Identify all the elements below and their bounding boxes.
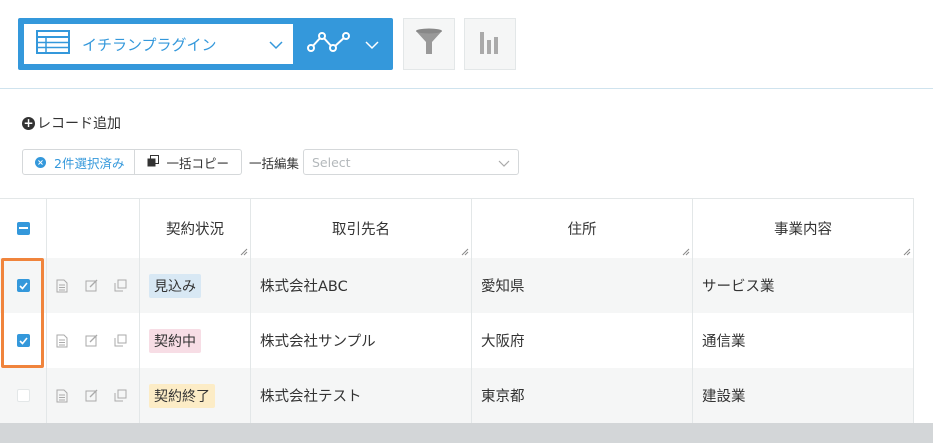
- bulk-edit-select[interactable]: Select: [302, 149, 519, 175]
- address-cell[interactable]: 大阪府: [472, 313, 693, 368]
- duplicate-icon[interactable]: [109, 385, 131, 407]
- column-header-label: 取引先名: [332, 222, 390, 238]
- row-checkbox-cell: [0, 368, 47, 423]
- plus-icon: +: [22, 115, 35, 130]
- business-cell[interactable]: 建設業: [693, 368, 914, 423]
- header-checkbox-cell: [0, 199, 47, 258]
- record-table: 契約状況 取引先名 住所 事業内容 見込み 株式会社ABC 愛知県 サービス業 …: [0, 198, 914, 423]
- client-cell[interactable]: 株式会社テスト: [251, 368, 472, 423]
- status-cell[interactable]: 契約中: [140, 313, 251, 368]
- resize-handle-icon[interactable]: [240, 248, 248, 256]
- bulk-edit-label: 一括編集: [248, 155, 299, 171]
- resize-handle-icon[interactable]: [461, 248, 469, 256]
- row-checkbox[interactable]: [16, 389, 30, 402]
- edit-icon[interactable]: [80, 330, 102, 352]
- column-header-status[interactable]: 契約状況: [140, 199, 251, 258]
- chevron-down-icon: [269, 35, 283, 54]
- address-text: 大阪府: [481, 334, 525, 350]
- status-badge: 契約終了: [149, 383, 215, 408]
- row-actions-cell: [47, 368, 140, 423]
- close-icon: ×: [35, 156, 46, 168]
- table-header-row: 契約状況 取引先名 住所 事業内容: [0, 199, 914, 258]
- status-cell[interactable]: 契約終了: [140, 368, 251, 423]
- view-select[interactable]: イチランプラグイン: [24, 24, 293, 64]
- duplicate-icon[interactable]: [109, 275, 131, 297]
- copy-icon: [147, 154, 160, 170]
- column-header-label: 住所: [567, 222, 597, 238]
- aggregate-button[interactable]: [464, 18, 516, 70]
- horizontal-scrollbar[interactable]: [0, 423, 933, 443]
- column-header-label: 契約状況: [166, 222, 224, 238]
- business-text: 通信業: [702, 334, 746, 350]
- selection-highlight-box: [1, 258, 44, 368]
- row-actions-cell: [47, 313, 140, 368]
- client-cell[interactable]: 株式会社ABC: [251, 258, 472, 313]
- business-text: サービス業: [702, 279, 775, 295]
- graph-menu-button[interactable]: [293, 18, 393, 70]
- add-record-label: レコード追加: [37, 116, 121, 132]
- table-row: 契約中 株式会社サンプル 大阪府 通信業: [0, 313, 914, 368]
- resize-handle-icon[interactable]: [903, 248, 911, 256]
- table-row: 見込み 株式会社ABC 愛知県 サービス業: [0, 258, 914, 313]
- chevron-down-icon: [365, 35, 379, 54]
- edit-icon[interactable]: [80, 385, 102, 407]
- table-icon: [36, 30, 70, 58]
- resize-handle-icon[interactable]: [682, 248, 690, 256]
- business-cell[interactable]: サービス業: [693, 258, 914, 313]
- address-text: 東京都: [481, 389, 525, 405]
- table-row: 契約終了 株式会社テスト 東京都 建設業: [0, 368, 914, 423]
- detail-icon[interactable]: [51, 385, 73, 407]
- chevron-down-icon: [498, 155, 510, 170]
- add-record-link[interactable]: + レコード追加: [22, 113, 121, 133]
- clear-selection-button[interactable]: × 2件選択済み: [22, 149, 136, 175]
- client-cell[interactable]: 株式会社サンプル: [251, 313, 472, 368]
- bulk-edit-placeholder: Select: [311, 154, 351, 170]
- bulk-copy-button[interactable]: 一括コピー: [135, 149, 242, 175]
- detail-icon[interactable]: [51, 275, 73, 297]
- address-cell[interactable]: 愛知県: [472, 258, 693, 313]
- business-text: 建設業: [702, 389, 746, 405]
- toolbar-divider: [0, 88, 933, 89]
- client-name: 株式会社ABC: [260, 279, 348, 295]
- status-badge: 契約中: [149, 328, 201, 353]
- column-header-label: 事業内容: [774, 222, 832, 238]
- funnel-icon: [414, 27, 444, 61]
- select-all-checkbox[interactable]: [16, 222, 30, 235]
- status-cell[interactable]: 見込み: [140, 258, 251, 313]
- duplicate-icon[interactable]: [109, 330, 131, 352]
- client-name: 株式会社テスト: [260, 389, 362, 405]
- line-graph-icon: [307, 29, 351, 59]
- view-toolbar: イチランプラグイン: [18, 18, 516, 70]
- bar-chart-icon: [478, 29, 502, 59]
- view-select-label: イチランプラグイン: [82, 35, 217, 54]
- detail-icon[interactable]: [51, 330, 73, 352]
- bulk-action-bar: × 2件選択済み 一括コピー 一括編集 Select: [22, 149, 519, 175]
- business-cell[interactable]: 通信業: [693, 313, 914, 368]
- selected-count: 2件選択済み: [54, 155, 125, 171]
- filter-button[interactable]: [403, 18, 455, 70]
- address-cell[interactable]: 東京都: [472, 368, 693, 423]
- row-actions-cell: [47, 258, 140, 313]
- status-badge: 見込み: [149, 273, 201, 298]
- column-header-business[interactable]: 事業内容: [693, 199, 914, 258]
- bulk-copy-label: 一括コピー: [166, 155, 229, 171]
- view-selector-group: イチランプラグイン: [18, 18, 393, 70]
- client-name: 株式会社サンプル: [260, 334, 376, 350]
- address-text: 愛知県: [481, 279, 525, 295]
- column-header-client[interactable]: 取引先名: [251, 199, 472, 258]
- edit-icon[interactable]: [80, 275, 102, 297]
- header-actions-cell: [47, 199, 140, 258]
- column-header-address[interactable]: 住所: [472, 199, 693, 258]
